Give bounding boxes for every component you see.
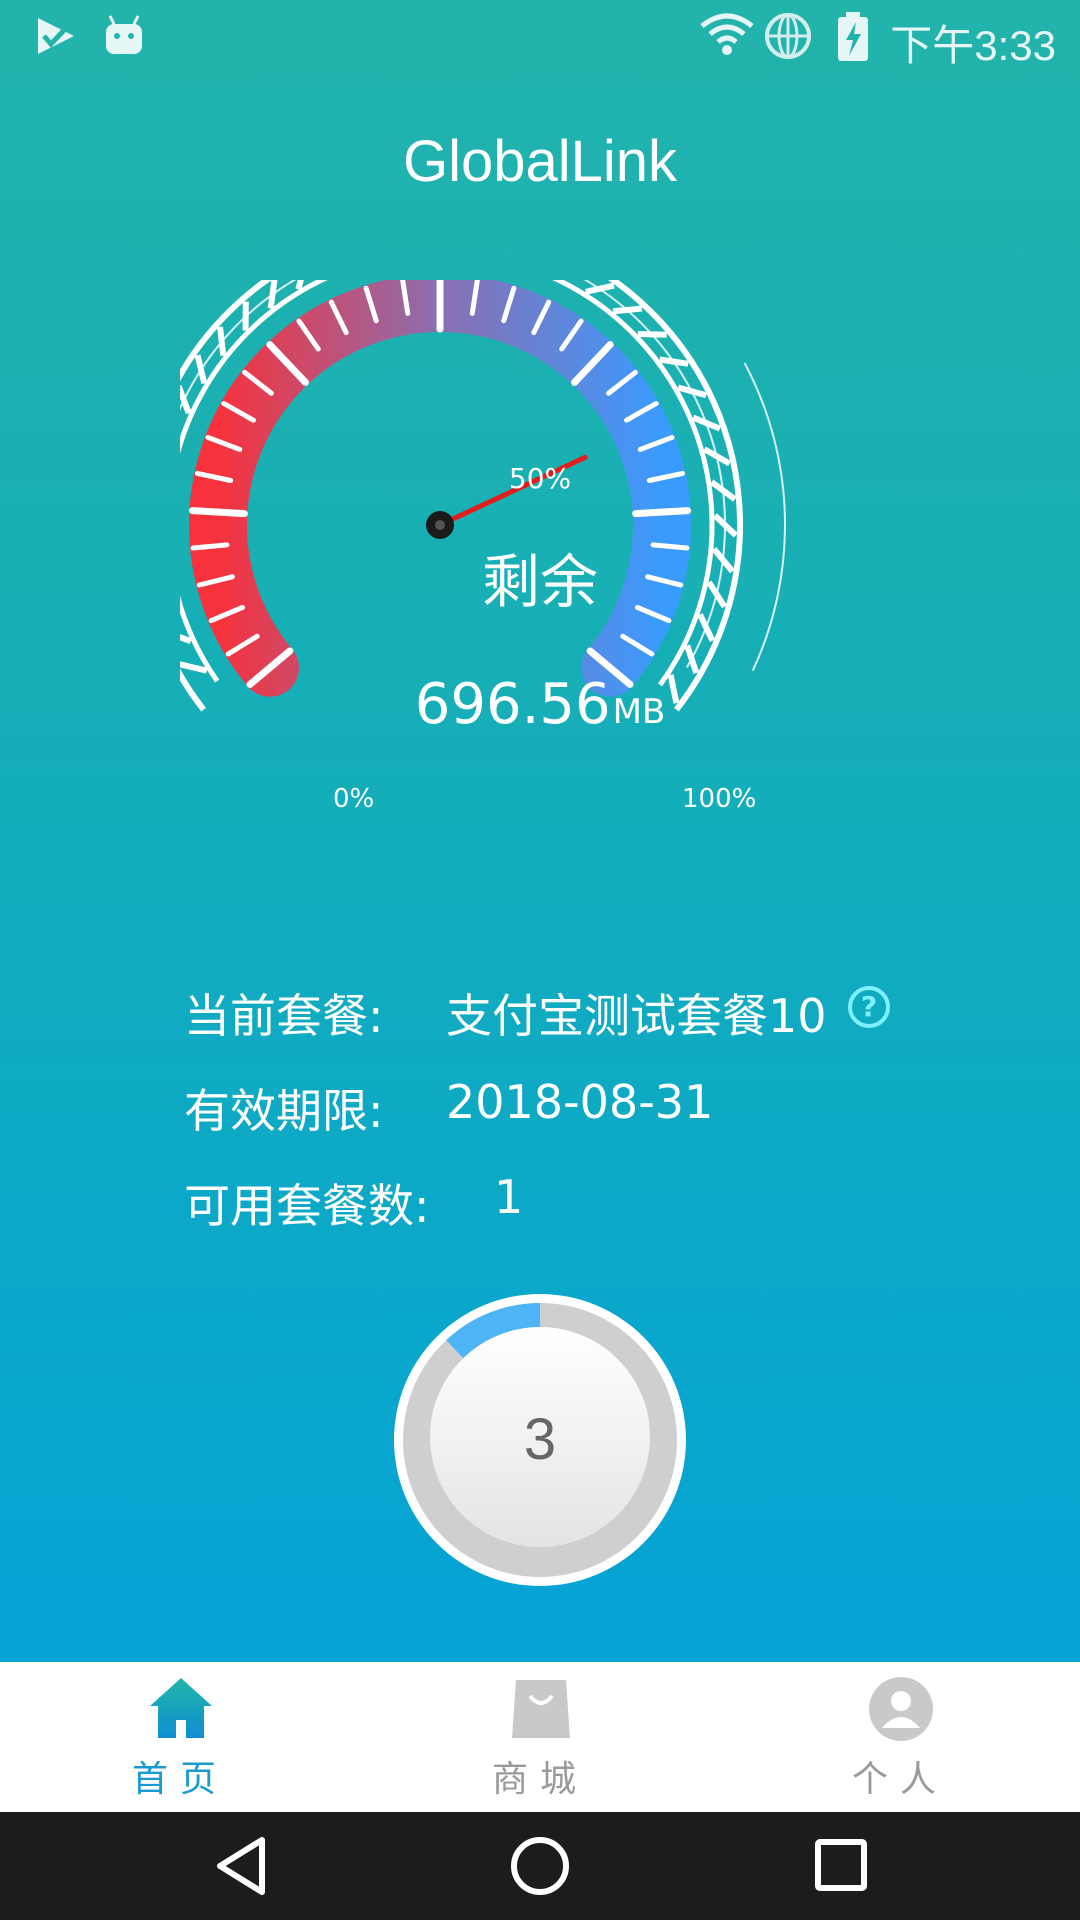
tab-shop[interactable]: 商城 (440, 1662, 640, 1812)
gauge-remaining-label: 剩余 (481, 548, 598, 616)
gauge-label-50: 50% (508, 462, 572, 495)
bottom-tab-bar: 首页 商城 个人 (0, 1662, 1080, 1812)
shopping-bag-icon (512, 1680, 570, 1738)
plan-count-label: 可用套餐数: (184, 1179, 430, 1233)
tab-profile-label: 个人 (851, 1759, 948, 1800)
outer-arc (743, 362, 786, 672)
recents-icon[interactable] (812, 1834, 870, 1898)
battery-charging-icon (838, 12, 868, 61)
plan-current-label: 当前套餐: (184, 989, 384, 1043)
tab-home-label: 首页 (131, 1759, 228, 1800)
home-circle-icon[interactable] (508, 1834, 572, 1898)
rim-serration (612, 305, 643, 315)
rim-serration (194, 354, 208, 385)
wifi-icon (700, 13, 754, 55)
app-title: GlobalLink (402, 129, 678, 194)
user-icon (869, 1677, 933, 1741)
gauge-label-100: 100% (682, 784, 757, 814)
rim-serration (180, 661, 208, 674)
rim-serration (637, 330, 667, 338)
tab-home[interactable]: 首页 (80, 1662, 280, 1812)
android-icon (106, 15, 142, 54)
plan-current-value: 支付宝测试套餐10 (446, 989, 827, 1043)
rim-serration (677, 384, 707, 399)
tab-shop-label: 商城 (491, 1759, 588, 1800)
rim-serration (691, 414, 722, 432)
plan-expiry-value: 2018-08-31 (446, 1075, 714, 1129)
tab-profile[interactable]: 个人 (800, 1662, 1000, 1812)
remaining-unit: MB (612, 692, 666, 732)
rim-serration (217, 326, 227, 357)
system-nav-bar (0, 1812, 1080, 1920)
gauge-tick (188, 507, 248, 518)
gauge-remaining-value: 696.56MB (0, 672, 1080, 737)
rim-serration (684, 644, 700, 674)
plan-expiry-label: 有效期限: (184, 1084, 384, 1138)
rim-serration (180, 384, 192, 415)
remaining-amount: 696.56 (414, 672, 611, 737)
check-flag-icon (38, 18, 74, 54)
countdown-button[interactable]: 3 (392, 1292, 688, 1588)
main-screen: 下午3:33 GlobalLink 50% 剩余 696.56MB 0% 100… (0, 0, 1080, 1662)
globe-icon (765, 13, 811, 59)
countdown-number: 3 (523, 1407, 557, 1472)
needle-hub-center (435, 520, 445, 530)
rim-serration (659, 356, 689, 367)
help-icon[interactable]: ? (848, 986, 890, 1028)
plan-count-value: 1 (494, 1170, 524, 1224)
status-bar: 下午3:33 (0, 0, 1080, 72)
gauge-label-0: 0% (333, 784, 375, 814)
rim-serration (585, 282, 615, 295)
home-icon (150, 1678, 212, 1738)
rim-serration (267, 280, 278, 309)
gauge-tick (632, 507, 692, 518)
status-time: 下午3:33 (890, 22, 1056, 69)
back-icon[interactable] (212, 1834, 272, 1898)
